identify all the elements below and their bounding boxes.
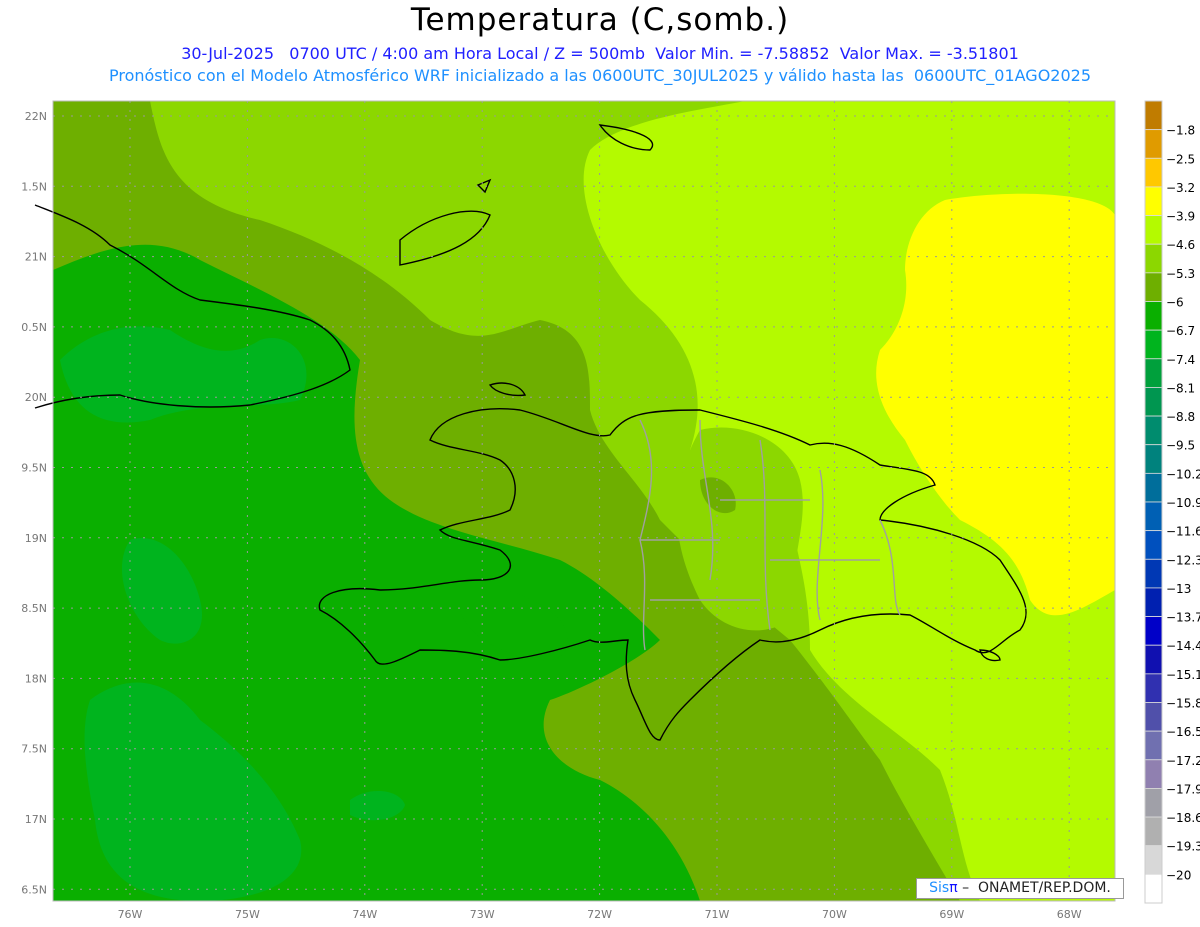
lat-tick-label: 9.5N <box>21 462 47 475</box>
colorbar-label: −2.5 <box>1166 152 1195 166</box>
colorbar-swatch <box>1144 272 1163 302</box>
lat-tick-label: 8.5N <box>21 602 47 615</box>
colorbar-label: −17.9 <box>1166 782 1200 796</box>
lat-tick-label: 21N <box>25 251 47 264</box>
colorbar-swatch <box>1144 415 1163 446</box>
model-info-line: Pronóstico con el Modelo Atmosférico WRF… <box>108 66 1092 85</box>
lat-tick-label: 7.5N <box>21 743 47 756</box>
colorbar-swatch <box>1144 186 1163 216</box>
colorbar-swatch <box>1144 730 1163 761</box>
colorbar-swatch <box>1144 587 1163 617</box>
colorbar-swatch <box>1144 501 1163 532</box>
colorbar-swatch <box>1144 788 1163 818</box>
colorbar-swatch <box>1144 243 1163 274</box>
colorbar-swatch <box>1144 100 1163 131</box>
colorbar-label: −3.9 <box>1166 210 1195 224</box>
lon-tick-label: 71W <box>705 908 730 921</box>
colorbar-label: −9.5 <box>1166 439 1195 453</box>
colorbar-label: −8.1 <box>1166 381 1195 395</box>
lat-tick-label: 18N <box>25 672 47 685</box>
colorbar-label: −4.6 <box>1166 238 1195 252</box>
colorbar-swatch <box>1144 129 1163 159</box>
lon-tick-label: 70W <box>822 908 847 921</box>
credit-text: – ONAMET/REP.DOM. <box>957 880 1111 896</box>
lon-tick-label: 68W <box>1057 908 1082 921</box>
colorbar-label: −14.4 <box>1166 639 1200 653</box>
temperature-field <box>53 101 1115 901</box>
colorbar-label: −11.6 <box>1166 525 1200 539</box>
colorbar-label: −13 <box>1166 582 1191 596</box>
province-borders <box>639 419 901 651</box>
colorbar: −1.8 −2.5 −3.2 −3.9 −4.6 −5.3 −6 −6.7 −7.4 −8.1 −8… <box>1144 100 1200 904</box>
colorbar-swatch <box>1144 329 1163 360</box>
graticule <box>53 101 1115 901</box>
colorbar-label: −12.3 <box>1166 553 1200 567</box>
colorbar-swatch <box>1144 816 1163 847</box>
colorbar-swatch <box>1144 702 1163 732</box>
colorbar-swatch <box>1144 644 1163 675</box>
colorbar-label: −8.8 <box>1166 410 1195 424</box>
colorbar-label: −17.2 <box>1166 754 1200 768</box>
lon-tick-label: 76W <box>118 908 143 921</box>
temperature-map: 76W 75W 74W 73W 72W 71W 70W 69W 68W 22N 1.5N 21N 0.5… <box>21 100 1200 921</box>
colorbar-label: −6.7 <box>1166 324 1195 338</box>
colorbar-label: −10.2 <box>1166 467 1200 481</box>
colorbar-swatch <box>1144 616 1163 646</box>
lon-tick-label: 73W <box>470 908 495 921</box>
colorbar-swatch <box>1144 673 1163 703</box>
colorbar-label: −15.8 <box>1166 697 1200 711</box>
lat-tick-label: 1.5N <box>21 180 47 193</box>
map-title: Temperatura (C,somb.) <box>410 2 790 38</box>
colorbar-label: −16.5 <box>1166 725 1200 739</box>
colorbar-swatch <box>1144 157 1163 188</box>
colorbar-label: −13.7 <box>1166 611 1200 625</box>
lat-tick-label: 19N <box>25 532 47 545</box>
lon-tick-label: 69W <box>939 908 964 921</box>
colorbar-label: −3.2 <box>1166 181 1195 195</box>
colorbar-swatch <box>1144 472 1163 503</box>
colorbar-swatch <box>1144 301 1163 331</box>
lat-tick-label: 20N <box>25 391 47 404</box>
colorbar-label: −10.9 <box>1166 496 1200 510</box>
valid-time-line: 30-Jul-2025 0700 UTC / 4:00 am Hora Loca… <box>181 44 1019 63</box>
lat-tick-label: 22N <box>25 110 47 123</box>
colorbar-swatch <box>1144 358 1163 388</box>
credit-box: Sisπ – ONAMET/REP.DOM. <box>916 878 1124 899</box>
colorbar-label: −5.3 <box>1166 267 1195 281</box>
lat-tick-label: 0.5N <box>21 321 47 334</box>
colorbar-label: −6 <box>1166 296 1184 310</box>
lat-tick-label: 6.5N <box>21 883 47 896</box>
colorbar-label: −15.1 <box>1166 668 1200 682</box>
colorbar-label: −1.8 <box>1166 124 1195 138</box>
coastlines <box>34 124 1027 741</box>
colorbar-label: −18.6 <box>1166 811 1200 825</box>
colorbar-label: −7.4 <box>1166 353 1195 367</box>
colorbar-swatch <box>1144 759 1163 789</box>
colorbar-label: −19.3 <box>1166 840 1200 854</box>
credit-sis: Sis <box>929 880 950 896</box>
lon-tick-label: 74W <box>352 908 377 921</box>
credit-pi: π <box>949 880 958 896</box>
lon-tick-label: 75W <box>235 908 260 921</box>
colorbar-swatch <box>1144 444 1163 474</box>
colorbar-swatch <box>1144 873 1163 904</box>
colorbar-label: −20 <box>1166 868 1191 882</box>
lon-tick-label: 72W <box>587 908 612 921</box>
colorbar-swatch <box>1144 845 1163 875</box>
colorbar-swatch <box>1144 215 1163 245</box>
colorbar-swatch <box>1144 558 1163 589</box>
lat-tick-label: 17N <box>25 813 47 826</box>
colorbar-swatch <box>1144 387 1163 417</box>
colorbar-swatch <box>1144 530 1163 560</box>
